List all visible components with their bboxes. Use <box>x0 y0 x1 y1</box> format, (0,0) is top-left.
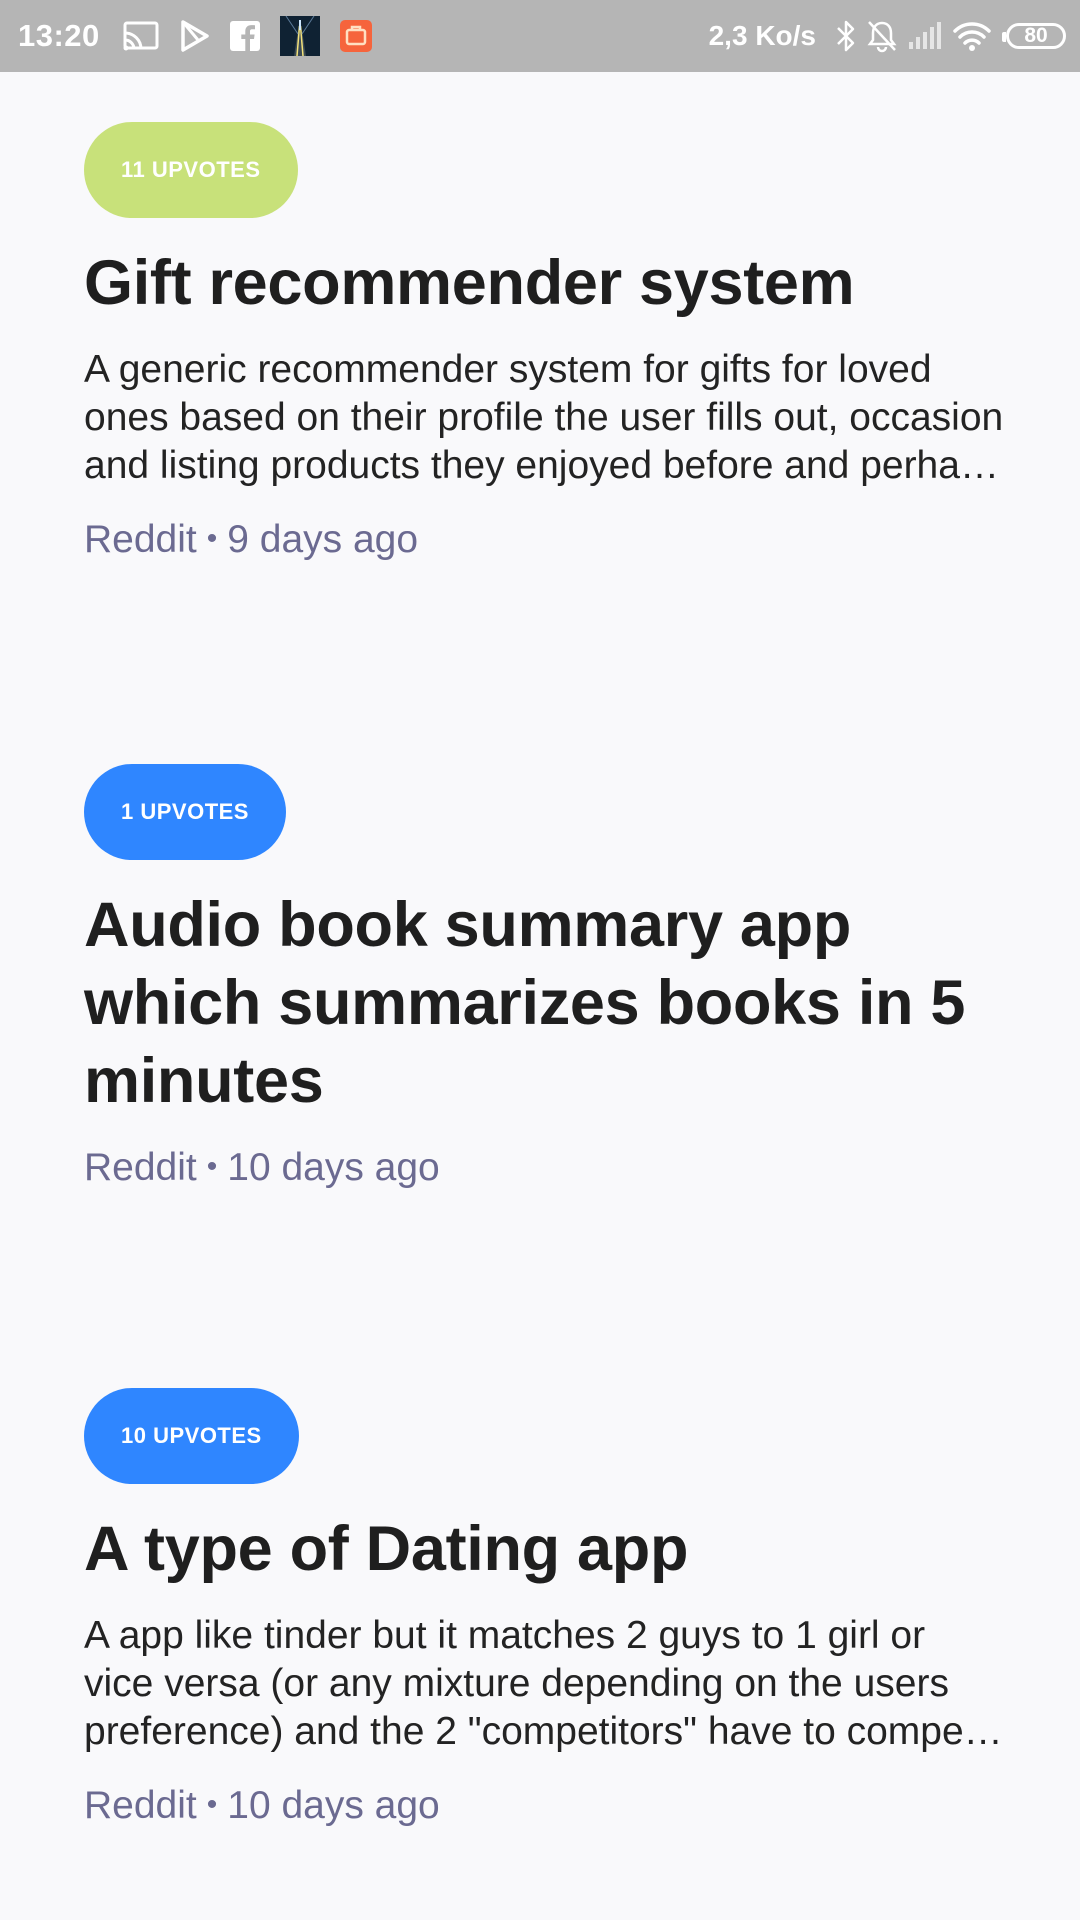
status-left: 13:20 <box>18 0 392 72</box>
post-title[interactable]: Gift recommender system <box>84 244 1004 322</box>
post-meta: Reddit • 10 days ago <box>84 1782 1004 1833</box>
signal-icon <box>908 22 942 50</box>
orange-app-icon <box>339 20 372 52</box>
play-store-icon <box>180 20 210 52</box>
upvotes-badge: 1 UPVOTES <box>84 764 286 860</box>
post-title[interactable]: Audio book summary app which summarizes … <box>84 886 1004 1120</box>
post-source: Reddit <box>84 1784 197 1827</box>
post-card[interactable]: 1 UPVOTES Audio book summary app which s… <box>84 764 1004 1195</box>
post-source: Reddit <box>84 518 197 561</box>
facebook-icon <box>229 21 260 51</box>
upvotes-badge: 10 UPVOTES <box>84 1388 299 1484</box>
meta-separator: • <box>206 1150 218 1183</box>
post-time: 10 days ago <box>227 1784 440 1827</box>
upvotes-badge: 11 UPVOTES <box>84 122 298 218</box>
post-description: A app like tinder but it matches 2 guys … <box>84 1614 997 1753</box>
post-time: 9 days ago <box>227 518 419 561</box>
status-time: 13:20 <box>18 18 100 53</box>
post-card[interactable]: 10 UPVOTES A type of Dating app A app li… <box>84 1388 1004 1833</box>
wifi-icon <box>952 20 992 52</box>
post-meta: Reddit • 9 days ago <box>84 516 1004 567</box>
meta-separator: • <box>206 522 218 555</box>
status-bar: 13:20 2,3 Ko/s 80 <box>0 0 1080 72</box>
bluetooth-icon <box>836 19 856 53</box>
road-app-icon <box>279 16 320 56</box>
cast-icon <box>122 20 160 52</box>
post-card[interactable]: 11 UPVOTES Gift recommender system A gen… <box>84 122 1004 567</box>
post-description: A generic recommender system for gifts f… <box>84 348 1004 487</box>
post-time: 10 days ago <box>227 1146 440 1189</box>
battery-icon: 80 <box>1002 23 1066 49</box>
status-right: 2,3 Ko/s 80 <box>709 0 1066 72</box>
meta-separator: • <box>206 1788 218 1821</box>
post-source: Reddit <box>84 1146 197 1189</box>
post-meta: Reddit • 10 days ago <box>84 1144 1004 1195</box>
bell-off-icon <box>866 19 898 53</box>
post-title[interactable]: A type of Dating app <box>84 1510 1004 1588</box>
net-speed: 2,3 Ko/s <box>708 20 816 51</box>
